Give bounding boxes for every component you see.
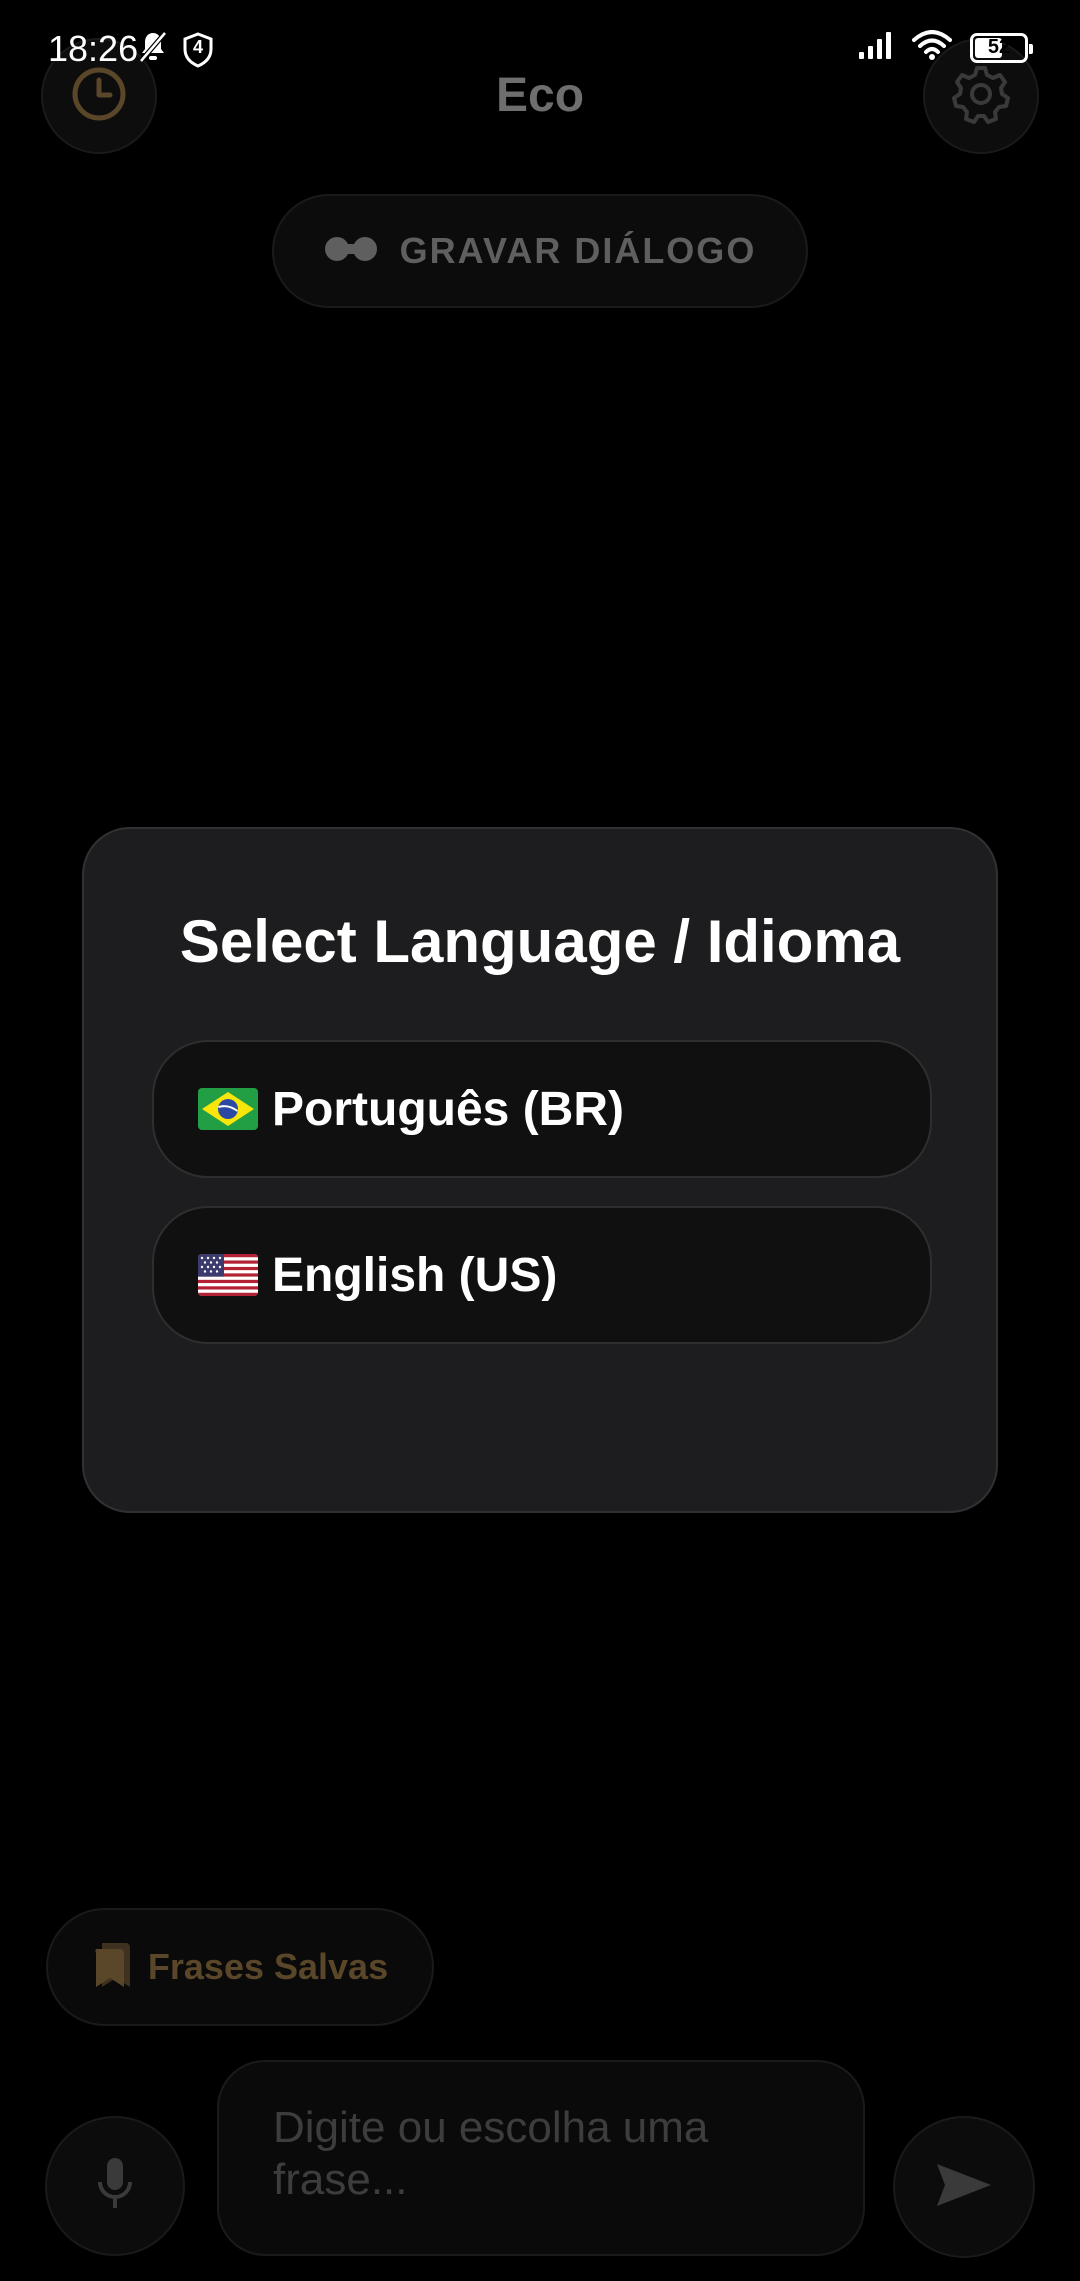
- battery-icon: 52: [970, 32, 1033, 63]
- brazil-flag-icon: [198, 1088, 258, 1130]
- microphone-icon: [95, 2156, 135, 2217]
- phrase-input-placeholder: Digite ou escolha uma frase...: [273, 2103, 709, 2204]
- microphone-button[interactable]: [45, 2116, 185, 2256]
- record-dialog-label: GRAVAR DIÁLOGO: [399, 230, 757, 271]
- language-option-label: Português (BR): [272, 1082, 624, 1136]
- language-option-label: English (US): [272, 1248, 558, 1302]
- send-button[interactable]: [893, 2116, 1035, 2258]
- send-icon: [935, 2161, 993, 2214]
- saved-phrases-button[interactable]: Frases Salvas: [46, 1908, 434, 2026]
- status-right-icons: 52: [858, 30, 1033, 65]
- record-dialog-button[interactable]: GRAVAR DIÁLOGO: [272, 194, 808, 308]
- shield-badge-number: 4: [192, 36, 203, 57]
- signal-icon: [858, 30, 894, 65]
- wifi-icon: [912, 30, 952, 65]
- status-left-icons: 4: [138, 30, 214, 69]
- status-time: 18:26: [48, 28, 139, 69]
- saved-phrases-label: Frases Salvas: [147, 1946, 389, 1987]
- language-select-dialog: Select Language / Idioma Português (BR): [82, 827, 998, 1513]
- us-flag-icon: [198, 1254, 258, 1296]
- battery-percent: 52: [987, 36, 1011, 58]
- bookmark-icon: [92, 1941, 132, 1994]
- language-option-english[interactable]: English (US): [152, 1206, 932, 1344]
- phrase-input[interactable]: Digite ou escolha uma frase...: [217, 2060, 865, 2256]
- dialog-title: Select Language / Idioma: [179, 908, 901, 975]
- language-option-portuguese[interactable]: Português (BR): [152, 1040, 932, 1178]
- shield-badge-icon: 4: [182, 31, 214, 68]
- voicemail-icon: [324, 235, 378, 268]
- status-bar: 18:26 4 52: [0, 0, 1080, 100]
- notifications-muted-icon: [138, 30, 168, 69]
